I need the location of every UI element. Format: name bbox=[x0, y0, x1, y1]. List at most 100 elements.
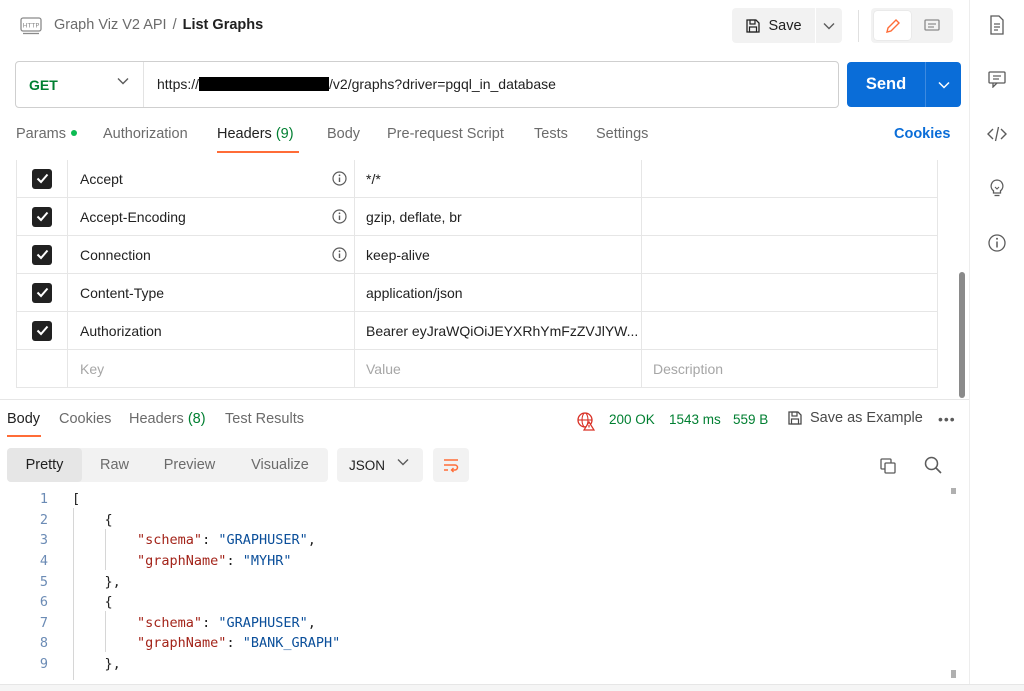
response-headers-count: (8) bbox=[187, 411, 206, 427]
json-string: "GRAPHUSER" bbox=[218, 532, 308, 548]
request-info-button[interactable] bbox=[986, 232, 1008, 254]
related-info-button[interactable] bbox=[986, 177, 1008, 199]
header-description-cell[interactable] bbox=[643, 160, 938, 197]
active-tab-underline bbox=[217, 151, 299, 153]
json-key: "graphName" bbox=[137, 635, 227, 651]
comment-icon bbox=[988, 71, 1006, 88]
code-snippet-button[interactable] bbox=[986, 123, 1008, 145]
header-description-cell[interactable] bbox=[643, 274, 938, 311]
tab-response-body[interactable]: Body bbox=[7, 411, 40, 427]
header-description-cell[interactable] bbox=[643, 312, 938, 349]
row-check-cell bbox=[17, 160, 68, 197]
globe-error-icon[interactable] bbox=[576, 411, 596, 431]
header-value-cell[interactable]: application/json bbox=[356, 274, 642, 311]
header-key-cell[interactable]: Authorization bbox=[69, 312, 355, 349]
method-select[interactable]: GET bbox=[16, 62, 144, 107]
new-header-value-input[interactable]: Value bbox=[356, 350, 642, 387]
header-value-cell[interactable]: keep-alive bbox=[356, 236, 642, 273]
url-input[interactable]: https:// /v2/graphs?driver=pgql_in_databa… bbox=[157, 76, 556, 92]
header-key-cell[interactable]: Accept-Encoding bbox=[69, 198, 355, 235]
header-value-cell[interactable]: gzip, deflate, br bbox=[356, 198, 642, 235]
breadcrumb-separator: / bbox=[172, 17, 177, 33]
chevron-down-icon bbox=[397, 459, 409, 466]
tab-body[interactable]: Body bbox=[327, 126, 360, 142]
info-icon[interactable] bbox=[332, 171, 347, 186]
format-select[interactable]: JSON bbox=[337, 448, 423, 482]
copy-icon[interactable] bbox=[878, 456, 898, 476]
comments-button[interactable] bbox=[986, 68, 1008, 90]
tab-tests[interactable]: Tests bbox=[534, 126, 568, 142]
line-number: 7 bbox=[39, 615, 48, 631]
view-raw-button[interactable]: Raw bbox=[82, 448, 147, 482]
code-line: "schema": "GRAPHUSER", bbox=[72, 615, 316, 631]
header-enabled-checkbox[interactable] bbox=[32, 244, 52, 265]
breadcrumb-collection[interactable]: Graph Viz V2 API bbox=[54, 17, 167, 33]
format-select-value: JSON bbox=[349, 457, 386, 473]
comment-mode-button[interactable] bbox=[913, 11, 950, 40]
save-as-example-button[interactable]: Save as Example bbox=[787, 410, 923, 426]
code-token: { bbox=[104, 512, 113, 528]
search-icon[interactable] bbox=[923, 455, 943, 475]
view-preview-button[interactable]: Preview bbox=[147, 448, 232, 482]
header-enabled-checkbox[interactable] bbox=[32, 206, 52, 227]
tab-test-results[interactable]: Test Results bbox=[225, 411, 304, 427]
http-request-icon: HTTP bbox=[20, 17, 42, 35]
save-button[interactable]: Save bbox=[732, 8, 816, 43]
header-description-cell[interactable] bbox=[643, 198, 938, 235]
svg-text:HTTP: HTTP bbox=[23, 22, 40, 30]
header-enabled-checkbox[interactable] bbox=[32, 168, 52, 189]
line-number: 3 bbox=[39, 532, 48, 548]
documentation-button[interactable] bbox=[986, 14, 1008, 36]
json-string: "GRAPHUSER" bbox=[218, 615, 308, 631]
view-pretty-button[interactable]: Pretty bbox=[7, 448, 82, 482]
lightbulb-icon bbox=[990, 179, 1004, 197]
tab-response-headers[interactable]: Headers (8) bbox=[129, 411, 206, 427]
tab-headers[interactable]: Headers (9) bbox=[217, 126, 294, 142]
row-check-cell bbox=[17, 236, 68, 273]
code-token: : bbox=[202, 615, 219, 631]
cookies-link[interactable]: Cookies bbox=[894, 126, 950, 142]
wrap-lines-button[interactable] bbox=[433, 448, 469, 482]
line-number: 2 bbox=[39, 512, 48, 528]
new-header-description-input[interactable]: Description bbox=[643, 350, 938, 387]
breadcrumb-request-name[interactable]: List Graphs bbox=[183, 17, 264, 33]
pane-divider[interactable] bbox=[0, 399, 969, 400]
view-visualize-button[interactable]: Visualize bbox=[232, 448, 328, 482]
save-options-button[interactable] bbox=[816, 8, 842, 43]
headers-scrollbar[interactable] bbox=[959, 272, 965, 398]
tab-authorization[interactable]: Authorization bbox=[103, 126, 188, 142]
header-description-cell[interactable] bbox=[643, 236, 938, 273]
send-options-button[interactable] bbox=[926, 62, 961, 107]
header-enabled-checkbox[interactable] bbox=[32, 320, 52, 341]
editor-scrollbar-bottom[interactable] bbox=[951, 670, 956, 678]
json-string: "MYHR" bbox=[242, 553, 292, 569]
edit-mode-button[interactable] bbox=[874, 11, 911, 40]
code-line: { bbox=[72, 512, 113, 528]
tab-prerequest-script[interactable]: Pre-request Script bbox=[387, 126, 504, 142]
response-body-editor[interactable]: 1 2 3 4 5 6 7 8 9 [ { "schema": "GRAPHUS… bbox=[0, 488, 955, 680]
tab-params[interactable]: Params bbox=[16, 126, 77, 142]
active-response-tab-underline bbox=[7, 435, 41, 437]
status-code[interactable]: 200 OK bbox=[609, 412, 655, 427]
header-enabled-checkbox[interactable] bbox=[32, 282, 52, 303]
key-placeholder: Key bbox=[80, 360, 105, 377]
new-header-key-input[interactable]: Key bbox=[69, 350, 355, 387]
response-time[interactable]: 1543 ms bbox=[669, 412, 721, 427]
header-value-cell[interactable]: Bearer eyJraWQiOiJEYXRhYmFzZVJlYW... bbox=[356, 312, 642, 349]
check-icon bbox=[36, 173, 48, 184]
editor-scrollbar-top[interactable] bbox=[951, 488, 956, 494]
send-button[interactable]: Send bbox=[847, 62, 925, 107]
tab-settings[interactable]: Settings bbox=[596, 126, 648, 142]
line-number: 5 bbox=[39, 574, 48, 590]
response-size[interactable]: 559 B bbox=[733, 412, 768, 427]
info-icon[interactable] bbox=[332, 209, 347, 224]
header-key-cell[interactable]: Accept bbox=[69, 160, 355, 197]
method-label: GET bbox=[29, 76, 58, 93]
header-value-cell[interactable]: */* bbox=[356, 160, 642, 197]
info-icon[interactable] bbox=[332, 247, 347, 262]
header-key-cell[interactable]: Connection bbox=[69, 236, 355, 273]
header-key: Connection bbox=[80, 246, 151, 263]
tab-response-cookies[interactable]: Cookies bbox=[59, 411, 111, 427]
header-key-cell[interactable]: Content-Type bbox=[69, 274, 355, 311]
more-options-icon[interactable]: ••• bbox=[938, 411, 956, 427]
